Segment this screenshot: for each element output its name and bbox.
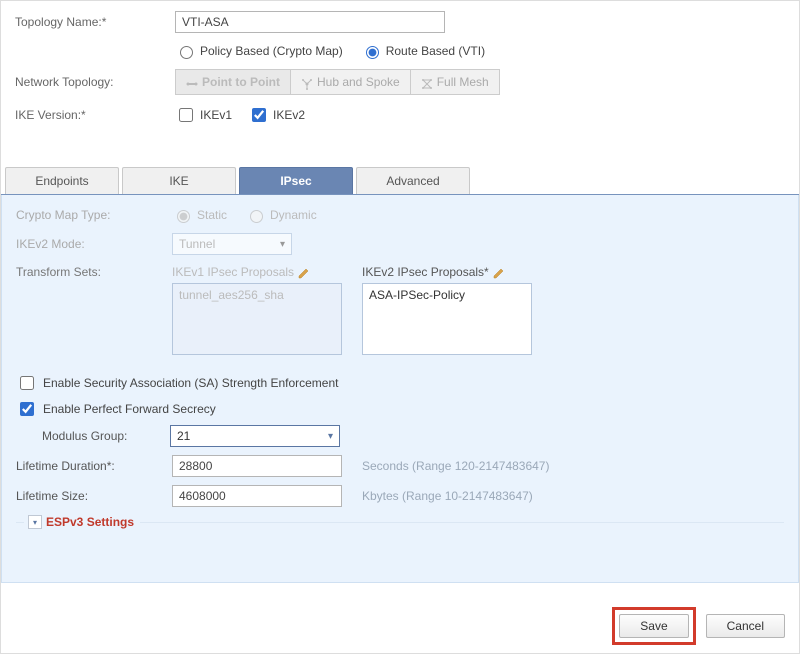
crypto-map-type-label: Crypto Map Type:: [16, 208, 172, 222]
route-based-radio[interactable]: Route Based (VTI): [361, 43, 485, 59]
modulus-group-select[interactable]: 21 ▾: [170, 425, 340, 447]
lifetime-size-hint: Kbytes (Range 10-2147483647): [362, 489, 533, 503]
ikev1-label: IKEv1: [200, 108, 232, 122]
enable-pfs-label: Enable Perfect Forward Secrecy: [43, 402, 216, 416]
ipsec-tab-content: Crypto Map Type: Static Dynamic IKEv2 Mo…: [1, 195, 799, 583]
modulus-group-value: 21: [177, 429, 190, 443]
ikev2-checkbox[interactable]: IKEv2: [248, 105, 305, 125]
p2p-label: Point to Point: [202, 75, 280, 89]
ike-version-label: IKE Version:*: [15, 108, 175, 122]
lifetime-duration-label: Lifetime Duration*:: [16, 459, 172, 473]
lifetime-duration-input[interactable]: [172, 455, 342, 477]
tab-endpoints[interactable]: Endpoints: [5, 167, 119, 194]
topology-p2p-button[interactable]: Point to Point: [175, 69, 291, 95]
policy-based-label: Policy Based (Crypto Map): [200, 44, 343, 58]
ikev1-proposals-label: IKEv1 IPsec Proposals: [172, 265, 342, 279]
tab-advanced[interactable]: Advanced: [356, 167, 470, 194]
chevron-down-icon: ▾: [328, 431, 333, 442]
chevron-down-icon: ▾: [280, 239, 285, 250]
hub-label: Hub and Spoke: [317, 75, 400, 89]
lifetime-size-input[interactable]: [172, 485, 342, 507]
ikev1-checkbox[interactable]: IKEv1: [175, 105, 232, 125]
tab-bar: Endpoints IKE IPsec Advanced: [1, 167, 799, 195]
ikev2-proposals-box[interactable]: ASA-IPSec-Policy: [362, 283, 532, 355]
network-topology-buttons: Point to Point Hub and Spoke Full Mesh: [175, 69, 500, 95]
network-topology-label: Network Topology:: [15, 75, 175, 89]
lifetime-duration-hint: Seconds (Range 120-2147483647): [362, 459, 549, 473]
policy-based-radio[interactable]: Policy Based (Crypto Map): [175, 43, 343, 59]
espv3-collapse-toggle[interactable]: ▾: [28, 515, 42, 529]
cancel-button[interactable]: Cancel: [706, 614, 785, 638]
topology-name-label: Topology Name:*: [15, 15, 175, 29]
enable-sa-checkbox[interactable]: [20, 376, 34, 390]
save-button[interactable]: Save: [619, 614, 688, 638]
topology-name-input[interactable]: [175, 11, 445, 33]
pencil-icon[interactable]: [493, 265, 505, 279]
tab-ike[interactable]: IKE: [122, 167, 236, 194]
enable-sa-label: Enable Security Association (SA) Strengt…: [43, 376, 338, 390]
footer-buttons: Save Cancel: [612, 607, 785, 645]
ikev1-proposals-box: tunnel_aes256_sha: [172, 283, 342, 355]
chevron-down-icon: ▾: [33, 518, 37, 527]
transform-sets-label: Transform Sets:: [16, 265, 172, 279]
topology-hub-button[interactable]: Hub and Spoke: [291, 69, 411, 95]
crypto-dynamic-radio: Dynamic: [245, 207, 317, 223]
enable-pfs-checkbox[interactable]: [20, 402, 34, 416]
modulus-group-label: Modulus Group:: [42, 429, 170, 443]
ikev2-mode-value: Tunnel: [179, 237, 215, 251]
crypto-map-type-group: Static Dynamic: [172, 207, 317, 223]
top-section: Topology Name:* Policy Based (Crypto Map…: [1, 1, 799, 143]
p2p-icon: [186, 76, 198, 88]
mesh-label: Full Mesh: [437, 75, 489, 89]
mesh-icon: [421, 76, 433, 88]
pencil-icon[interactable]: [298, 265, 310, 279]
ikev2-label: IKEv2: [273, 108, 305, 122]
crypto-static-radio: Static: [172, 207, 227, 223]
dialog-panel: Topology Name:* Policy Based (Crypto Map…: [0, 0, 800, 654]
ikev2-mode-label: IKEv2 Mode:: [16, 237, 172, 251]
hub-icon: [301, 76, 313, 88]
route-based-label: Route Based (VTI): [386, 44, 485, 58]
lifetime-size-label: Lifetime Size:: [16, 489, 172, 503]
tab-ipsec[interactable]: IPsec: [239, 167, 353, 194]
espv3-settings-label: ESPv3 Settings: [46, 515, 134, 529]
policy-type-radio-group: Policy Based (Crypto Map) Route Based (V…: [175, 43, 785, 59]
ikev2-mode-select: Tunnel ▾: [172, 233, 292, 255]
topology-mesh-button[interactable]: Full Mesh: [411, 69, 500, 95]
save-highlight-box: Save: [612, 607, 695, 645]
ikev2-proposals-label: IKEv2 IPsec Proposals*: [362, 265, 532, 279]
